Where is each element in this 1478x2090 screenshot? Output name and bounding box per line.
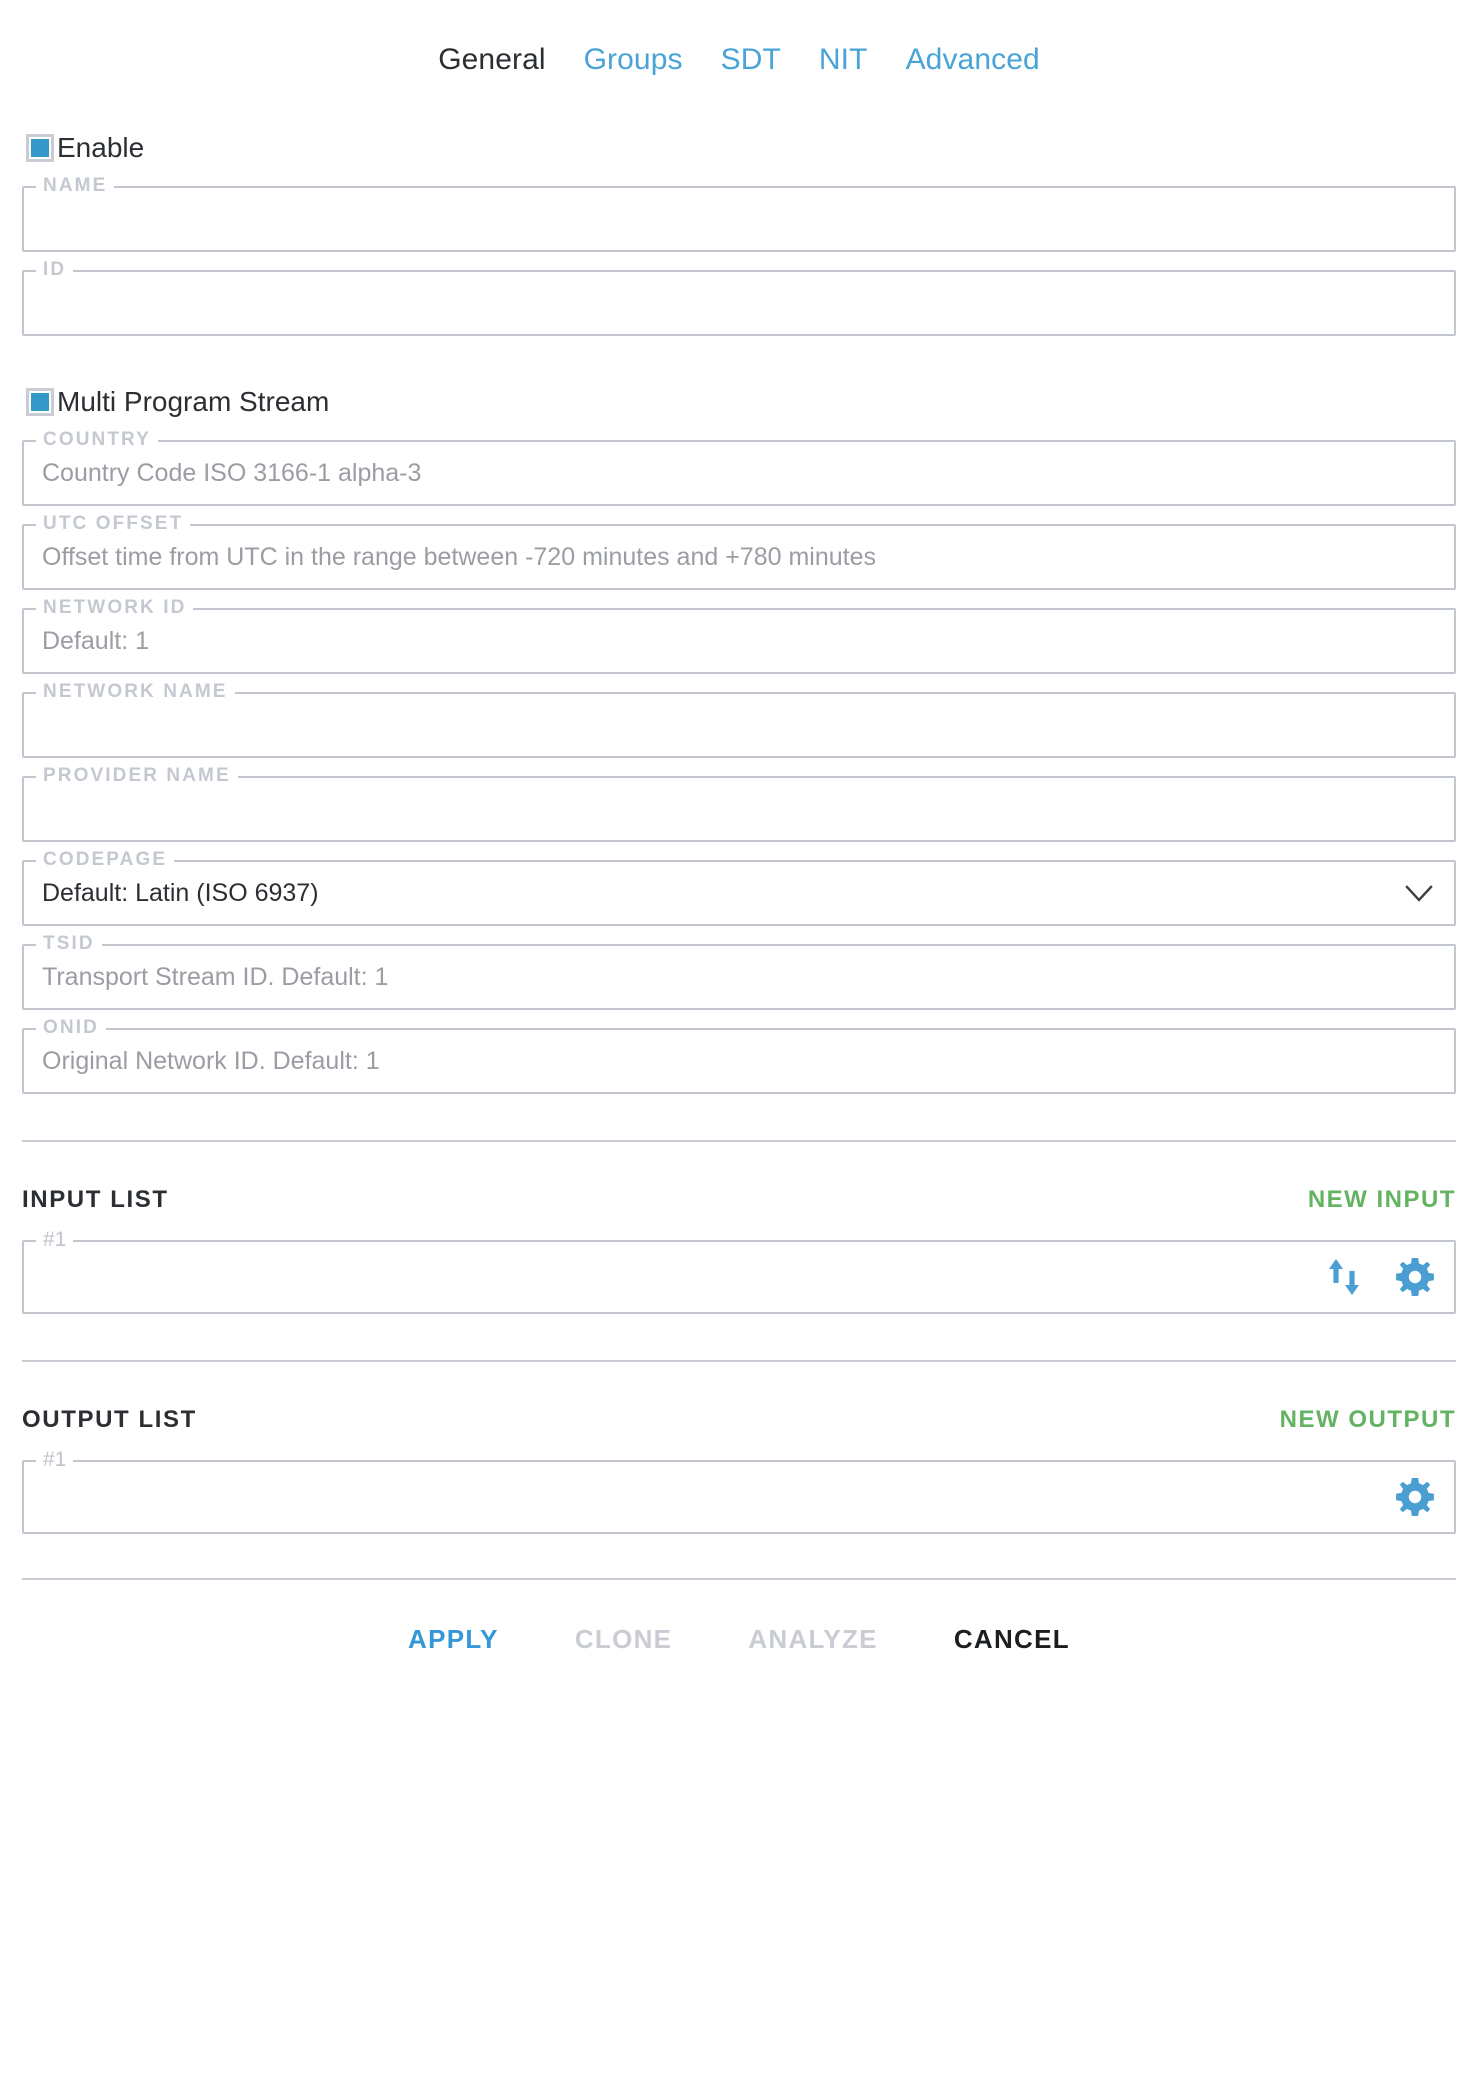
tsid-field-legend: TSID [36,934,102,954]
codepage-select-value: Default: Latin (ISO 6937) [42,879,319,907]
output-list-title: OUTPUT LIST [22,1406,197,1433]
new-input-button[interactable]: NEW INPUT [1308,1186,1456,1214]
output-list-header: OUTPUT LIST NEW OUTPUT [22,1406,1456,1434]
clone-button[interactable]: CLONE [575,1624,673,1655]
tab-bar: General Groups SDT NIT Advanced [0,0,1478,84]
multi-program-stream-checkbox-row[interactable]: Multi Program Stream [26,382,1478,422]
new-output-button[interactable]: NEW OUTPUT [1280,1406,1456,1434]
id-field[interactable]: ID [22,260,1456,336]
analyze-button[interactable]: ANALYZE [748,1624,878,1655]
cancel-button[interactable]: CANCEL [954,1624,1070,1655]
gear-icon[interactable] [1392,1255,1436,1299]
onid-field[interactable]: ONID Original Network ID. Default: 1 [22,1018,1456,1094]
tab-general[interactable]: General [438,42,545,78]
utc-offset-field-legend: UTC OFFSET [36,514,191,534]
onid-field-placeholder: Original Network ID. Default: 1 [42,1047,380,1075]
input-list-row-actions [1322,1255,1436,1299]
divider-above-input-list [22,1140,1456,1142]
name-field-legend: NAME [36,176,115,196]
apply-button[interactable]: APPLY [408,1624,499,1655]
input-list-row[interactable]: #1 [22,1229,1456,1314]
footer-actions: APPLY CLONE ANALYZE CANCEL [0,1624,1478,1655]
multi-program-stream-checkbox-label: Multi Program Stream [57,386,330,417]
codepage-select[interactable]: CODEPAGE Default: Latin (ISO 6937) [22,850,1456,926]
id-field-legend: ID [36,260,74,280]
network-id-field-placeholder: Default: 1 [42,627,150,655]
output-list-row-actions [1392,1475,1436,1519]
provider-name-field-legend: PROVIDER NAME [36,766,238,786]
output-list-row-legend: #1 [36,1449,74,1471]
onid-field-legend: ONID [36,1018,106,1038]
codepage-select-legend: CODEPAGE [36,850,175,870]
country-field-legend: COUNTRY [36,430,158,450]
multi-program-stream-checkbox[interactable] [26,388,54,416]
network-name-field-legend: NETWORK NAME [36,682,235,702]
utc-offset-field[interactable]: UTC OFFSET Offset time from UTC in the r… [22,514,1456,590]
enable-checkbox-label: Enable [57,132,145,163]
tsid-field-placeholder: Transport Stream ID. Default: 1 [42,963,389,991]
chevron-down-icon[interactable] [1402,876,1436,910]
network-id-field[interactable]: NETWORK ID Default: 1 [22,598,1456,674]
gear-icon[interactable] [1392,1475,1436,1519]
divider-above-footer [22,1578,1456,1580]
settings-dialog: General Groups SDT NIT Advanced Enable N… [0,0,1478,2090]
tab-sdt[interactable]: SDT [721,42,781,78]
country-field[interactable]: COUNTRY Country Code ISO 3166-1 alpha-3 [22,430,1456,506]
utc-offset-field-placeholder: Offset time from UTC in the range betwee… [42,543,876,571]
input-list-title: INPUT LIST [22,1186,169,1213]
network-id-field-legend: NETWORK ID [36,598,194,618]
network-name-field[interactable]: NETWORK NAME [22,682,1456,758]
country-field-placeholder: Country Code ISO 3166-1 alpha-3 [42,459,422,487]
swap-vertical-icon[interactable] [1322,1255,1366,1299]
enable-checkbox-row[interactable]: Enable [26,128,1478,168]
input-list-row-legend: #1 [36,1229,74,1251]
tab-nit[interactable]: NIT [819,42,868,78]
divider-above-output-list [22,1360,1456,1362]
tab-advanced[interactable]: Advanced [906,42,1040,78]
tab-groups[interactable]: Groups [584,42,683,78]
enable-checkbox[interactable] [26,134,54,162]
input-list-header: INPUT LIST NEW INPUT [22,1186,1456,1214]
tsid-field[interactable]: TSID Transport Stream ID. Default: 1 [22,934,1456,1010]
name-field[interactable]: NAME [22,176,1456,252]
provider-name-field[interactable]: PROVIDER NAME [22,766,1456,842]
output-list-row[interactable]: #1 [22,1449,1456,1534]
